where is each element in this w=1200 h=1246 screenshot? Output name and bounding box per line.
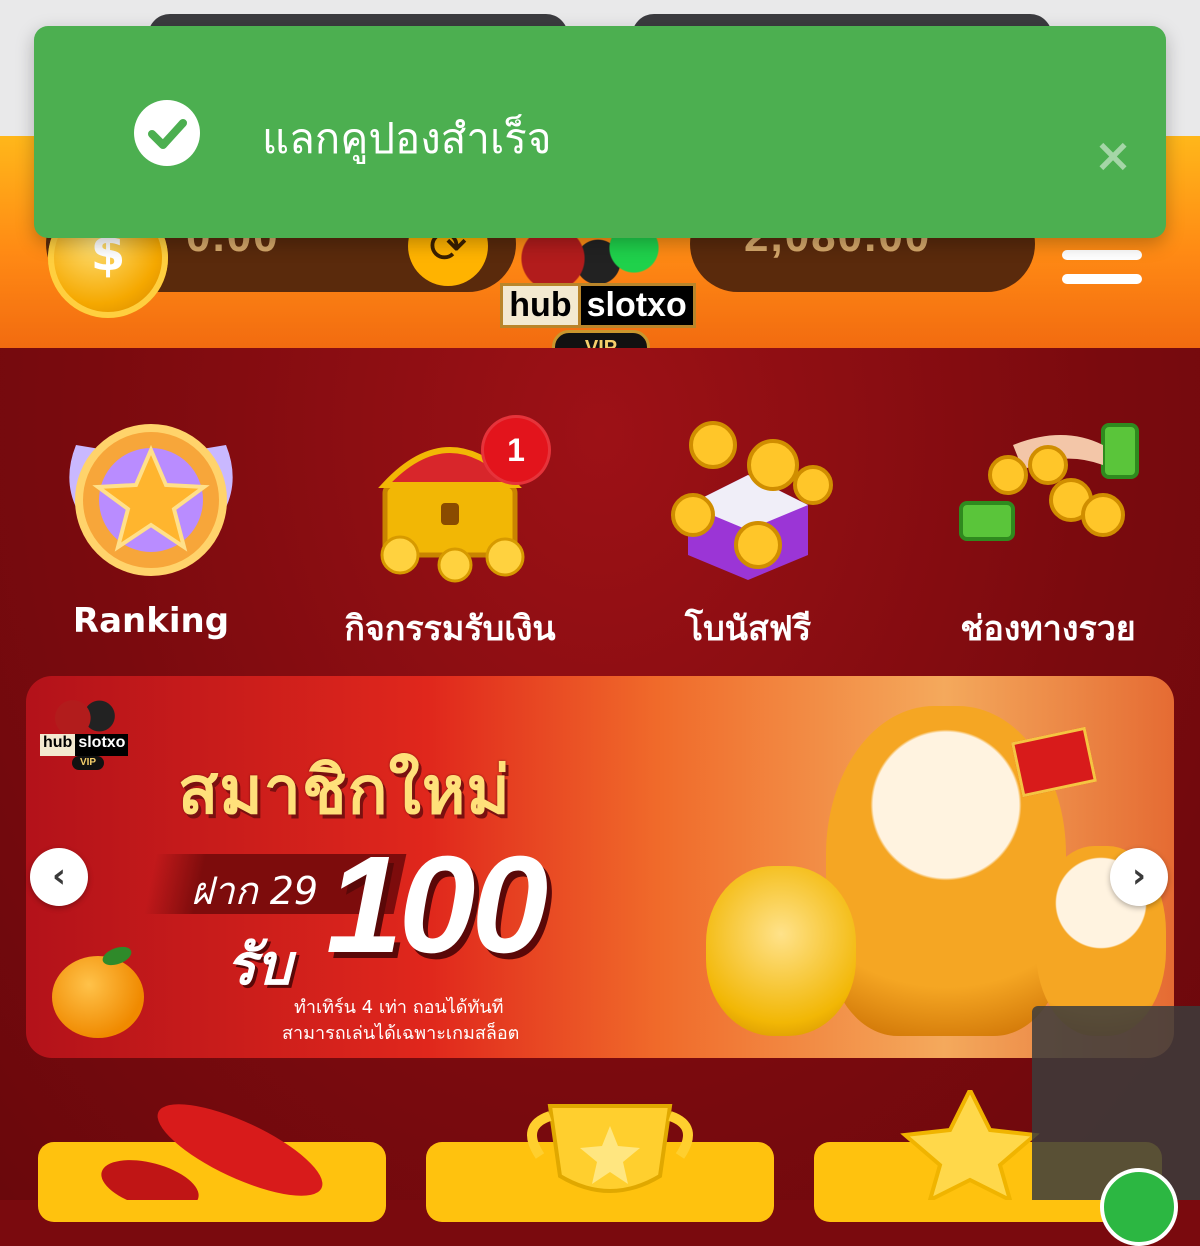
feature-label: ช่องทางรวย <box>960 609 1136 649</box>
banner-logo-vip: VIP <box>72 756 104 770</box>
banner-receive: รับ <box>226 933 292 998</box>
site-logo[interactable]: hubslotxo VIP <box>498 220 698 370</box>
lucky-cat-illustration <box>706 866 856 1036</box>
money-pipe-icon <box>953 405 1143 585</box>
feature-activity[interactable]: 1 กิจกรรมรับเงิน <box>335 405 565 655</box>
close-icon[interactable]: × <box>1088 130 1138 180</box>
banner-deposit: ฝาก 29 <box>191 869 319 913</box>
feature-label: กิจกรรมรับเงิน <box>344 609 556 649</box>
banner-logo-hub: hub <box>40 734 76 756</box>
trophy-icon <box>520 1096 700 1204</box>
feature-label: โบนัสฟรี <box>684 609 812 649</box>
check-circle-icon <box>134 100 200 166</box>
logo-hub: hub <box>500 282 581 328</box>
banner-fine-print: สามารถเล่นได้เฉพาะเกมสล็อต <box>282 1023 520 1044</box>
feature-ranking[interactable]: Ranking <box>36 405 266 641</box>
gift-box-coins-icon <box>653 405 843 585</box>
treasure-chest-icon: 1 <box>355 405 551 585</box>
rocket-icon <box>90 1080 330 1210</box>
feature-free-bonus[interactable]: โบนัสฟรี <box>633 405 863 655</box>
feature-label: Ranking <box>72 601 230 641</box>
banner-logo: hub slotxo VIP <box>40 694 136 770</box>
toast-message: แลกคูปองสำเร็จ <box>262 114 552 163</box>
star-trophy-icon <box>56 405 246 585</box>
feature-rich-channel[interactable]: ช่องทางรวย <box>933 405 1163 655</box>
banner-next-button[interactable]: › <box>1110 848 1168 906</box>
star-icon <box>870 1085 1040 1204</box>
banner-amount: 100 <box>326 828 548 982</box>
banner-prev-button[interactable]: ‹ <box>30 848 88 906</box>
chat-icon[interactable] <box>1100 1168 1178 1246</box>
logo-slotxo: slotxo <box>580 282 696 328</box>
notification-badge: 1 <box>481 415 551 485</box>
success-toast: แลกคูปองสำเร็จ × <box>34 26 1166 238</box>
banner-fine-print: ทำเทิร์น 4 เท่า ถอนได้ทันที <box>294 997 504 1018</box>
orange-fruit-icon <box>52 956 144 1038</box>
promo-banner[interactable]: hub slotxo VIP สมาชิกใหม่ ฝาก 29 รับ 100 … <box>26 676 1174 1058</box>
floating-widget-overlay <box>1032 1006 1200 1200</box>
banner-logo-slotxo: slotxo <box>75 734 129 756</box>
